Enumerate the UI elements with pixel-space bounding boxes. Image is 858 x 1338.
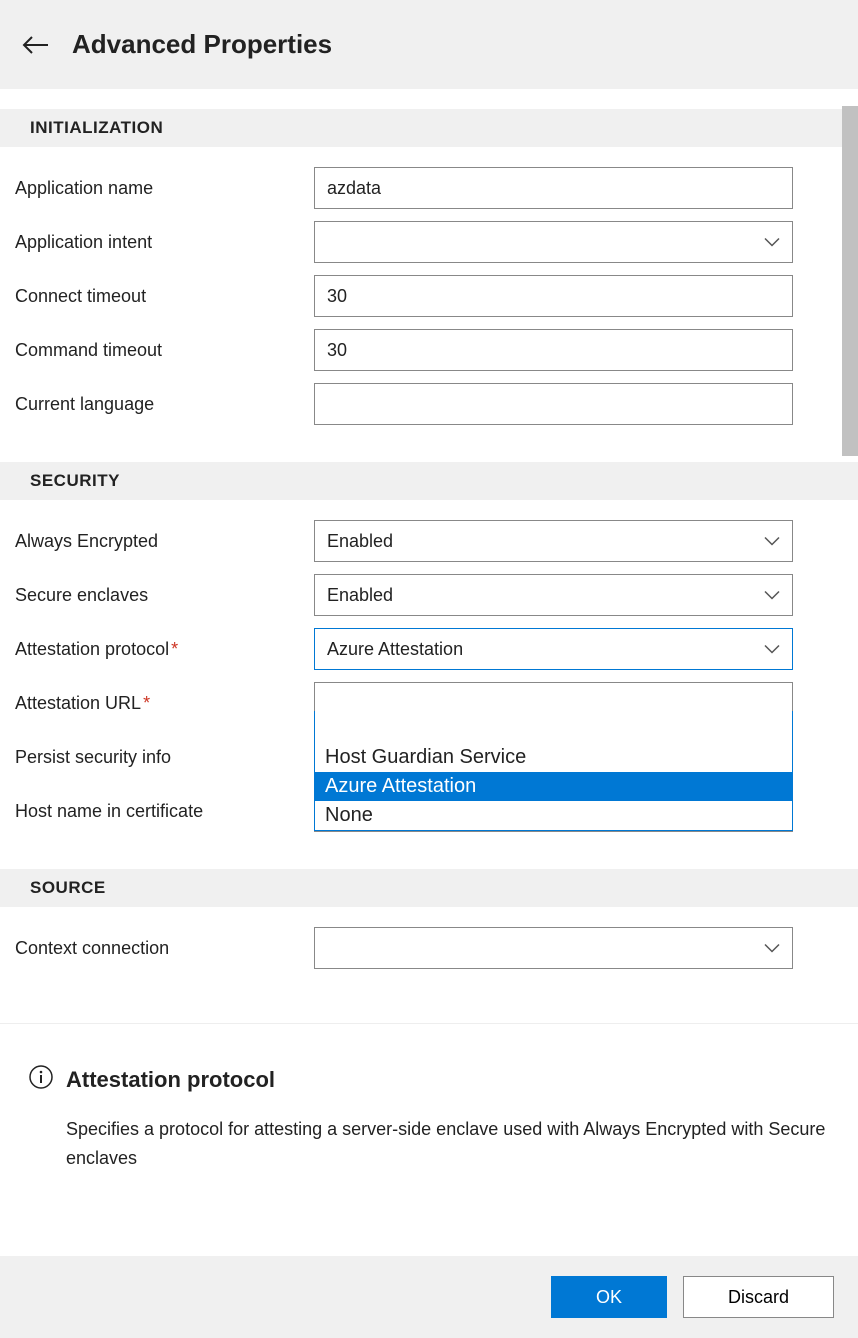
input-connect-timeout[interactable]	[314, 275, 793, 317]
label-current-language: Current language	[15, 394, 314, 415]
back-arrow-icon[interactable]	[20, 29, 52, 61]
required-icon: *	[143, 693, 150, 713]
option-none[interactable]: None	[315, 801, 792, 830]
label-application-name: Application name	[15, 178, 314, 199]
section-header-security: SECURITY	[0, 462, 858, 500]
section-initialization: Application name Application intent Conn…	[0, 147, 858, 462]
select-value-secure-enclaves: Enabled	[327, 585, 393, 606]
chevron-down-icon	[764, 531, 780, 552]
chevron-down-icon	[764, 639, 780, 660]
select-secure-enclaves[interactable]: Enabled	[314, 574, 793, 616]
select-context-connection[interactable]	[314, 927, 793, 969]
content: INITIALIZATION Application name Applicat…	[0, 92, 858, 969]
section-source: Context connection	[0, 907, 858, 969]
page-title: Advanced Properties	[72, 29, 332, 60]
select-attestation-protocol[interactable]: Azure Attestation	[314, 628, 793, 670]
label-attestation-url: Attestation URL*	[15, 693, 314, 714]
select-application-intent[interactable]	[314, 221, 793, 263]
label-application-intent: Application intent	[15, 232, 314, 253]
ok-button[interactable]: OK	[551, 1276, 667, 1318]
chevron-down-icon	[764, 232, 780, 253]
scrollbar-thumb[interactable]	[842, 106, 858, 456]
footer: OK Discard	[0, 1256, 858, 1338]
required-icon: *	[171, 639, 178, 659]
page-header: Advanced Properties	[0, 0, 858, 89]
chevron-down-icon	[764, 938, 780, 959]
input-application-name[interactable]	[314, 167, 793, 209]
label-context-connection: Context connection	[15, 938, 314, 959]
info-description: Specifies a protocol for attesting a ser…	[66, 1115, 830, 1173]
option-host-guardian-service[interactable]: Host Guardian Service	[315, 743, 792, 772]
label-secure-enclaves: Secure enclaves	[15, 585, 314, 606]
select-value-always-encrypted: Enabled	[327, 531, 393, 552]
input-current-language[interactable]	[314, 383, 793, 425]
label-command-timeout: Command timeout	[15, 340, 314, 361]
option-azure-attestation[interactable]: Azure Attestation	[315, 772, 792, 801]
dropdown-attestation-protocol: Host Guardian Service Azure Attestation …	[314, 711, 793, 831]
info-title: Attestation protocol	[66, 1067, 275, 1093]
discard-button[interactable]: Discard	[683, 1276, 834, 1318]
section-header-initialization: INITIALIZATION	[0, 109, 858, 147]
select-always-encrypted[interactable]: Enabled	[314, 520, 793, 562]
info-icon	[28, 1064, 54, 1095]
label-always-encrypted: Always Encrypted	[15, 531, 314, 552]
section-header-source: SOURCE	[0, 869, 858, 907]
label-connect-timeout: Connect timeout	[15, 286, 314, 307]
input-command-timeout[interactable]	[314, 329, 793, 371]
label-hostname-cert: Host name in certificate	[15, 801, 314, 822]
select-value-attestation-protocol: Azure Attestation	[327, 639, 463, 660]
label-persist-security: Persist security info	[15, 747, 314, 768]
chevron-down-icon	[764, 585, 780, 606]
info-panel: Attestation protocol Specifies a protoco…	[0, 1023, 858, 1243]
label-attestation-protocol: Attestation protocol*	[15, 639, 314, 660]
